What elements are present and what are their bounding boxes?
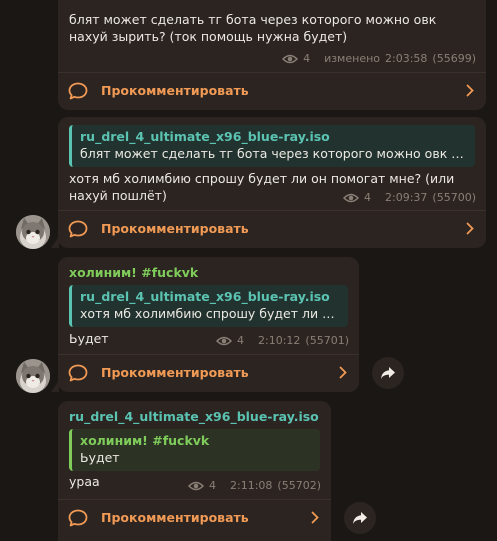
eye-icon [282, 54, 299, 63]
message-id: (55701) [305, 334, 349, 347]
comment-icon [68, 509, 88, 527]
view-count: 4 [364, 191, 372, 204]
message-bubble-3: холиним! #fuckvk ru_drel_4_ultimate_x96_… [51, 257, 359, 392]
message-time: 2:11:08 [230, 479, 273, 492]
message-time: 2:09:37 [385, 191, 428, 204]
share-button[interactable] [372, 357, 404, 389]
message-bubble-2: ru_drel_4_ultimate_x96_blue-ray.iso блят… [51, 117, 486, 248]
chevron-right-icon [466, 84, 474, 97]
reply-author: ru_drel_4_ultimate_x96_blue-ray.iso [80, 289, 330, 304]
comment-label: Прокомментировать [101, 221, 249, 236]
comment-button[interactable]: Прокомментировать [58, 354, 359, 392]
edited-label: изменено [324, 52, 381, 65]
reply-quote[interactable]: ru_drel_4_ultimate_x96_blue-ray.iso хотя… [69, 285, 348, 327]
reply-text: Ьудет [80, 450, 120, 465]
message-text: блят может сделать тг бота через которог… [69, 12, 437, 44]
message-bubble-1: блят может сделать тг бота через которог… [58, 0, 486, 110]
reply-text: блят может сделать тг бота через которог… [80, 146, 467, 161]
view-count: 4 [303, 52, 311, 65]
view-count: 4 [237, 334, 245, 347]
eye-icon [343, 193, 360, 202]
comment-icon [68, 364, 88, 382]
message-id: (55702) [277, 479, 321, 492]
message-id: (55700) [432, 191, 476, 204]
sender-name[interactable]: холиним! #fuckvk [69, 265, 198, 280]
comment-button[interactable]: Прокомментировать [58, 499, 331, 537]
reply-author: холиним! #fuckvk [80, 433, 210, 448]
message-bubble-4: ru_drel_4_ultimate_x96_blue-ray.iso холи… [58, 401, 331, 541]
message-meta: 4 изменено 2:03:58 (55699) [282, 52, 476, 65]
comment-button[interactable]: Прокомментировать [58, 210, 486, 248]
reply-text: хотя мб холимбию спрошу будет ли он ... [80, 306, 340, 321]
comment-icon [68, 220, 88, 238]
comment-label: Прокомментировать [101, 83, 249, 98]
share-icon [381, 367, 395, 379]
message-time: 2:03:58 [385, 52, 428, 65]
comment-icon [68, 82, 88, 100]
reply-quote[interactable]: холиним! #fuckvk Ьудет [69, 429, 320, 471]
eye-icon [188, 481, 205, 490]
share-button[interactable] [344, 502, 376, 534]
cat-avatar[interactable] [16, 359, 50, 393]
message-meta: 4 2:10:12 (55701) [216, 334, 349, 347]
reply-quote[interactable]: ru_drel_4_ultimate_x96_blue-ray.iso блят… [69, 125, 475, 167]
reply-author: ru_drel_4_ultimate_x96_blue-ray.iso [80, 129, 330, 144]
comment-label: Прокомментировать [101, 510, 249, 525]
comment-label: Прокомментировать [101, 365, 249, 380]
chevron-right-icon [339, 366, 347, 379]
comment-button[interactable]: Прокомментировать [58, 72, 486, 110]
message-id: (55699) [432, 52, 476, 65]
chevron-right-icon [466, 222, 474, 235]
message-time: 2:10:12 [258, 334, 301, 347]
chevron-right-icon [311, 511, 319, 524]
cat-avatar[interactable] [16, 215, 50, 249]
view-count: 4 [209, 479, 217, 492]
message-meta: 4 2:11:08 (55702) [188, 479, 321, 492]
message-meta: 4 2:09:37 (55700) [343, 191, 476, 204]
share-icon [353, 512, 367, 524]
eye-icon [216, 336, 233, 345]
sender-name[interactable]: ru_drel_4_ultimate_x96_blue-ray.iso [69, 409, 319, 424]
